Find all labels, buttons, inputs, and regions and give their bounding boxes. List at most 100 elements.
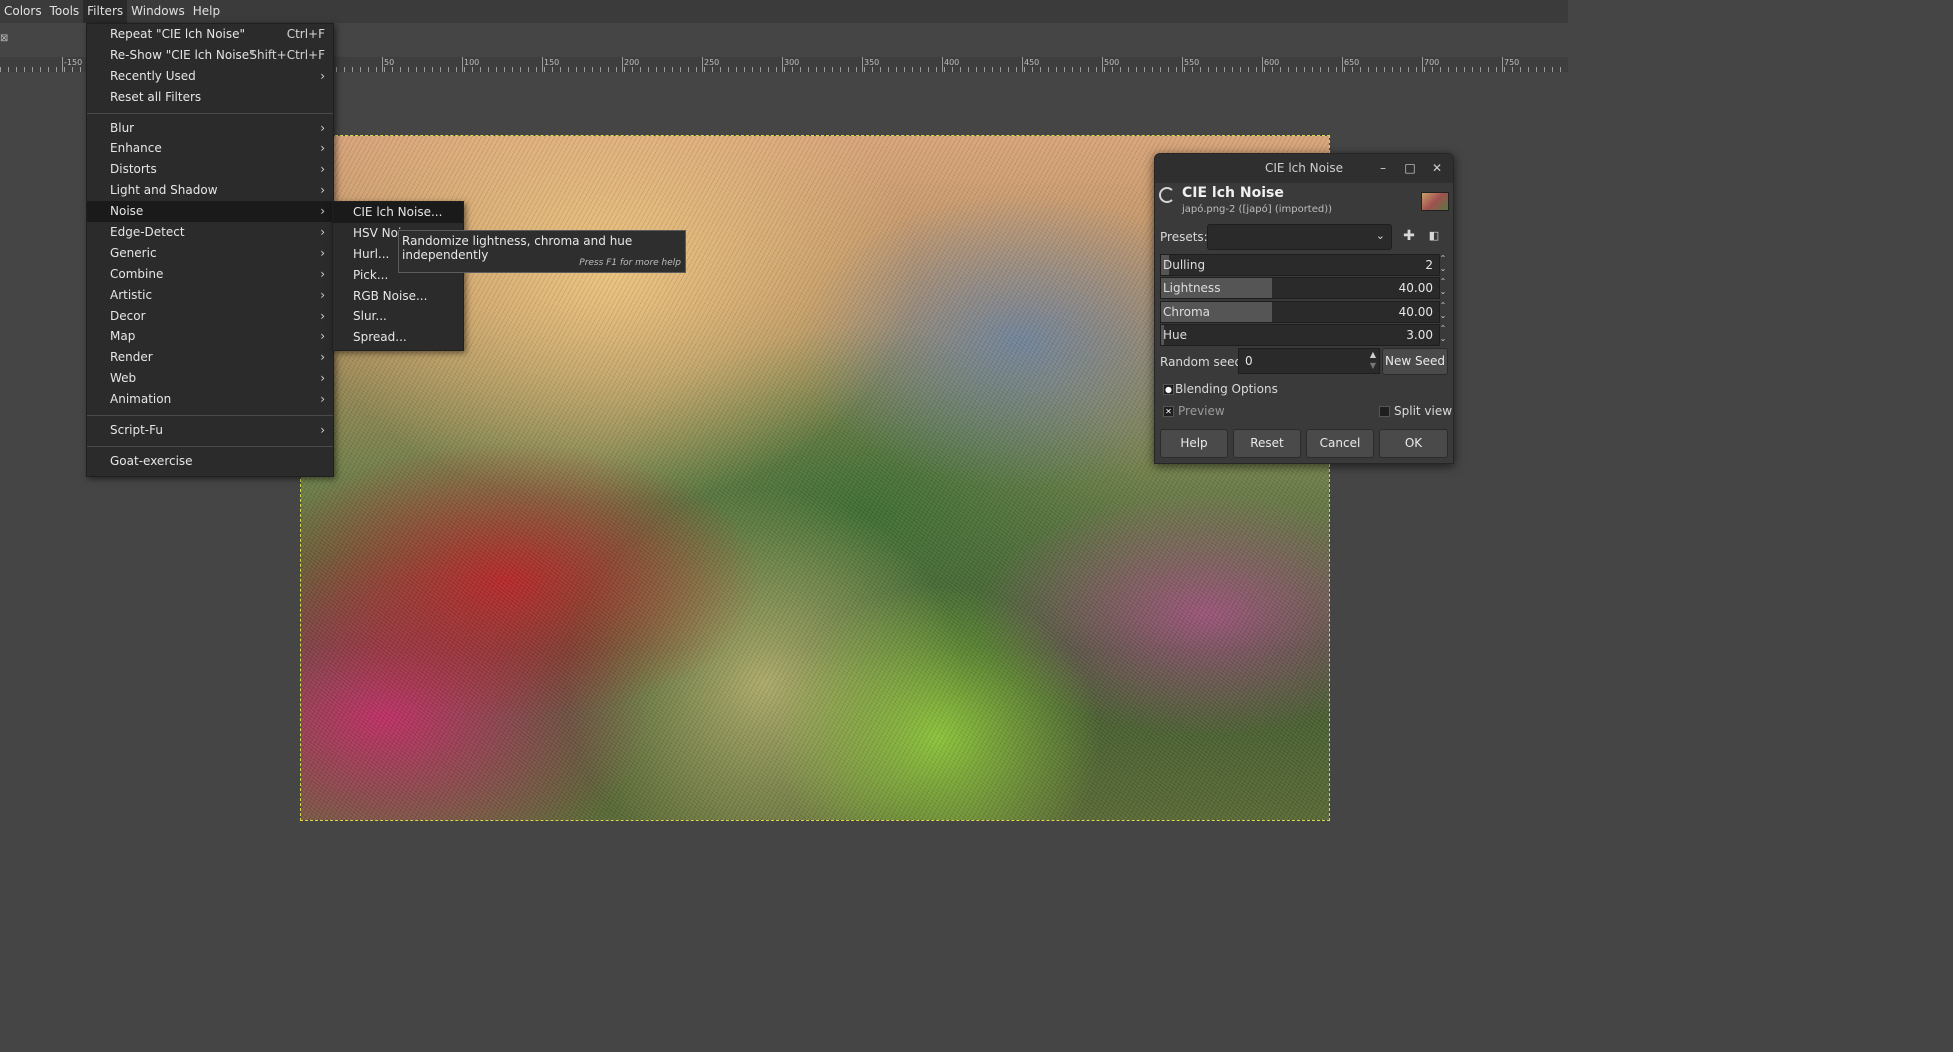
- ok-button[interactable]: OK: [1379, 429, 1448, 458]
- dulling-value: 2: [1425, 258, 1433, 272]
- plus-icon[interactable]: ✚: [1399, 226, 1419, 246]
- submenu-item-slur[interactable]: Slur...: [333, 306, 463, 327]
- dialog-titlebar[interactable]: CIE lch Noise – □ ✕: [1155, 154, 1453, 183]
- chevron-down-icon[interactable]: ▼: [1370, 361, 1376, 370]
- menu-item-artistic[interactable]: Artistic ›: [87, 285, 333, 306]
- chroma-stepper[interactable]: ⌃ ⌄: [1438, 301, 1448, 321]
- menu-item-light-and-shadow[interactable]: Light and Shadow ›: [87, 180, 333, 201]
- chevron-right-icon: ›: [320, 329, 325, 344]
- menu-item-generic[interactable]: Generic ›: [87, 243, 333, 264]
- preview-label: Preview: [1178, 404, 1225, 418]
- menu-item-animation[interactable]: Animation ›: [87, 389, 333, 410]
- menu-item-label: Enhance: [110, 141, 162, 156]
- noise-submenu: CIE lch Noise... HSV Nois Hurl... Pick..…: [332, 201, 464, 351]
- presets-label: Presets:: [1160, 230, 1208, 244]
- submenu-item-spread[interactable]: Spread...: [333, 327, 463, 348]
- close-icon[interactable]: ✕: [1426, 154, 1448, 183]
- ruler-label: 600: [1264, 58, 1280, 67]
- menu-item-label: Distorts: [110, 162, 157, 177]
- menu-item-script-fu[interactable]: Script-Fu ›: [87, 420, 333, 441]
- menu-separator: [87, 415, 333, 417]
- expander-icon[interactable]: ●: [1163, 384, 1174, 395]
- chevron-right-icon: ›: [320, 423, 325, 438]
- shortcut-label: Ctrl+F: [286, 27, 325, 41]
- menu-item-repeat[interactable]: Repeat "CIE lch Noise" Ctrl+F: [87, 24, 333, 45]
- menu-item-render[interactable]: Render ›: [87, 347, 333, 368]
- maximize-icon[interactable]: □: [1399, 154, 1421, 183]
- chroma-spinscale[interactable]: Chroma 40.00: [1160, 301, 1440, 323]
- presets-combo[interactable]: ⌄: [1207, 224, 1392, 250]
- dulling-stepper[interactable]: ⌃ ⌄: [1438, 254, 1448, 274]
- reset-button[interactable]: Reset: [1233, 429, 1301, 458]
- menu-item-label: Map: [110, 329, 136, 344]
- chevron-right-icon: ›: [320, 308, 325, 323]
- menu-item-noise[interactable]: Noise ›: [87, 201, 333, 223]
- menu-item-label: Re-Show "CIE lch Noise": [110, 47, 255, 62]
- split-view-checkbox[interactable]: [1379, 406, 1390, 417]
- menu-item-combine[interactable]: Combine ›: [87, 264, 333, 285]
- menu-item-distorts[interactable]: Distorts ›: [87, 159, 333, 180]
- cancel-button[interactable]: Cancel: [1306, 429, 1374, 458]
- menu-windows[interactable]: Windows: [127, 0, 189, 23]
- dulling-spinscale[interactable]: Dulling 2: [1160, 254, 1440, 276]
- ruler-label: 250: [704, 58, 720, 67]
- lightness-stepper[interactable]: ⌃ ⌄: [1438, 277, 1448, 297]
- blending-options-expander[interactable]: Blending Options: [1175, 382, 1278, 396]
- menu-separator: [87, 112, 333, 114]
- random-seed-input[interactable]: 0 ▲ ▼: [1238, 348, 1380, 374]
- close-icon[interactable]: ⊠: [0, 33, 10, 45]
- lightness-spinscale[interactable]: Lightness 40.00: [1160, 277, 1440, 299]
- menu-item-label: Combine: [110, 266, 164, 281]
- chroma-value: 40.00: [1398, 305, 1433, 319]
- menu-item-label: Goat-exercise: [110, 453, 193, 468]
- minimize-icon[interactable]: –: [1372, 154, 1394, 183]
- lightness-value: 40.00: [1398, 281, 1433, 295]
- dialog-subtitle: japó.png-2 ([japó] (imported)): [1182, 204, 1333, 215]
- chroma-label: Chroma: [1163, 305, 1211, 319]
- ruler-label: 400: [944, 58, 960, 67]
- tooltip-help: Press F1 for more help: [579, 258, 681, 268]
- menu-item-label: Script-Fu: [110, 423, 163, 438]
- menu-icon[interactable]: ◧: [1424, 226, 1444, 246]
- lightness-label: Lightness: [1163, 281, 1221, 295]
- hue-spinscale[interactable]: Hue 3.00: [1160, 324, 1440, 346]
- preview-checkbox[interactable]: ✕: [1163, 406, 1174, 417]
- ruler-label: 200: [624, 58, 640, 67]
- menu-item-edge-detect[interactable]: Edge-Detect ›: [87, 222, 333, 243]
- menu-item-reshow[interactable]: Re-Show "CIE lch Noise" Shift+Ctrl+F: [87, 45, 333, 66]
- menu-tools[interactable]: Tools: [46, 0, 84, 23]
- menu-item-label: Repeat "CIE lch Noise": [110, 27, 246, 41]
- menu-help[interactable]: Help: [189, 0, 224, 23]
- tooltip: Randomize lightness, chroma and hue inde…: [398, 230, 686, 273]
- menu-item-web[interactable]: Web ›: [87, 368, 333, 389]
- chevron-right-icon: ›: [320, 225, 325, 240]
- ruler-label: -150: [64, 58, 83, 67]
- help-button[interactable]: Help: [1160, 429, 1228, 458]
- shortcut-label: Shift+Ctrl+F: [249, 47, 325, 62]
- chevron-right-icon: ›: [320, 204, 325, 219]
- submenu-item-rgb-noise[interactable]: RGB Noise...: [333, 286, 463, 307]
- hue-value: 3.00: [1406, 328, 1433, 342]
- menu-item-label: Edge-Detect: [110, 225, 185, 240]
- menu-colors[interactable]: Colors: [0, 0, 46, 23]
- chevron-right-icon: ›: [320, 392, 325, 407]
- submenu-item-cie-lch-noise[interactable]: CIE lch Noise...: [333, 202, 463, 223]
- menu-item-reset-all[interactable]: Reset all Filters: [87, 87, 333, 108]
- menu-item-decor[interactable]: Decor ›: [87, 306, 333, 327]
- chevron-right-icon: ›: [320, 245, 325, 260]
- hue-stepper[interactable]: ⌃ ⌄: [1438, 324, 1448, 344]
- menu-item-blur[interactable]: Blur ›: [87, 118, 333, 139]
- menu-item-goat-exercise[interactable]: Goat-exercise: [87, 451, 333, 472]
- chevron-right-icon: ›: [320, 287, 325, 302]
- menu-item-map[interactable]: Map ›: [87, 326, 333, 347]
- new-seed-button[interactable]: New Seed: [1382, 348, 1448, 375]
- menu-item-enhance[interactable]: Enhance ›: [87, 138, 333, 159]
- menu-item-label: Artistic: [110, 287, 153, 302]
- ruler-label: 500: [1104, 58, 1120, 67]
- image-thumbnail: [1421, 192, 1449, 211]
- filters-menu: Repeat "CIE lch Noise" Ctrl+F Re-Show "C…: [86, 23, 334, 477]
- menu-filters[interactable]: Filters: [83, 0, 128, 23]
- chevron-up-icon[interactable]: ▲: [1370, 350, 1376, 359]
- menu-item-recently-used[interactable]: Recently Used ›: [87, 66, 333, 87]
- chevron-down-icon: ⌄: [1375, 229, 1385, 242]
